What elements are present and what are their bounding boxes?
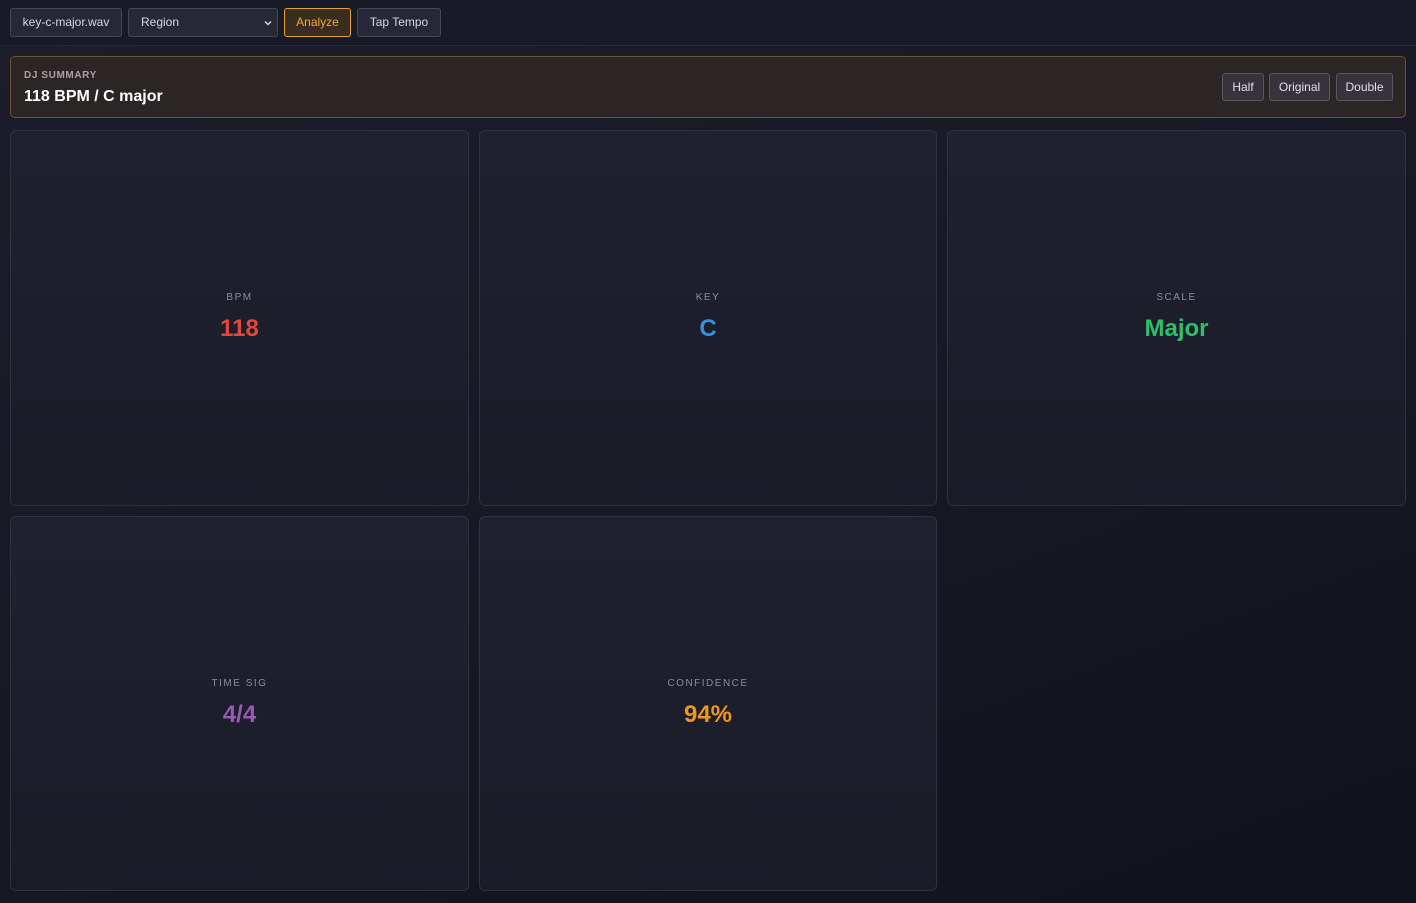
dj-summary-panel: DJ SUMMARY 118 BPM / C major Half Origin… [10,56,1406,118]
file-button[interactable]: key-c-major.wav [10,8,122,37]
key-value: C [699,315,717,342]
bpm-card: BPM 118 [10,130,469,506]
bpm-label: BPM [226,292,253,303]
time-sig-label: TIME SIG [211,678,268,689]
tap-tempo-button[interactable]: Tap Tempo [357,8,441,37]
confidence-label: CONFIDENCE [667,678,749,689]
key-label: KEY [695,292,721,303]
region-select[interactable]: Region [128,8,278,37]
time-sig-value: 4/4 [222,701,257,728]
chevron-down-icon [264,20,272,26]
summary-value: 118 BPM / C major [24,88,163,105]
key-card: KEY C [479,130,937,506]
original-button[interactable]: Original [1269,73,1330,101]
scale-card: SCALE Major [947,130,1406,506]
scale-value: Major [1144,315,1209,342]
analyze-button[interactable]: Analyze [284,8,351,37]
bpm-value: 118 [220,315,259,342]
region-select-value: Region [141,15,180,29]
confidence-card: CONFIDENCE 94% [479,516,937,891]
toolbar: key-c-major.wav Region Analyze Tap Tempo [0,0,1416,46]
half-button[interactable]: Half [1222,73,1264,101]
double-button[interactable]: Double [1336,73,1393,101]
scale-label: SCALE [1156,292,1197,303]
summary-heading: DJ SUMMARY [24,70,97,81]
time-sig-card: TIME SIG 4/4 [10,516,469,891]
confidence-value: 94% [683,701,733,728]
